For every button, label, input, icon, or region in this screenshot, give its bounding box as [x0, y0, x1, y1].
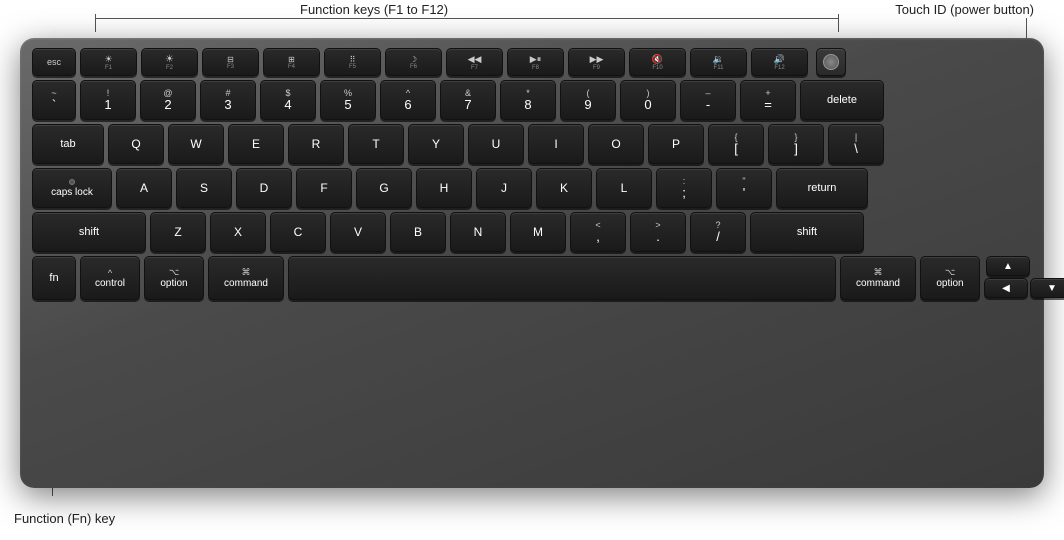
- key-e[interactable]: E: [228, 124, 284, 164]
- key-2[interactable]: @ 2: [140, 80, 196, 120]
- key-shift-left[interactable]: shift: [32, 212, 146, 252]
- key-o[interactable]: O: [588, 124, 644, 164]
- key-equals[interactable]: + =: [740, 80, 796, 120]
- key-d[interactable]: D: [236, 168, 292, 208]
- key-4[interactable]: $ 4: [260, 80, 316, 120]
- tab-row: tab Q W E R T Y U I O P { [ } ] | \: [32, 124, 1032, 164]
- fn-key-label: Function (Fn) key: [14, 511, 115, 526]
- key-g[interactable]: G: [356, 168, 412, 208]
- key-shift-right[interactable]: shift: [750, 212, 864, 252]
- key-u[interactable]: U: [468, 124, 524, 164]
- key-j[interactable]: J: [476, 168, 532, 208]
- key-f8[interactable]: ▶⏸ F8: [507, 48, 564, 76]
- key-tilde[interactable]: ~ `: [32, 80, 76, 120]
- key-semicolon[interactable]: : ;: [656, 168, 712, 208]
- shift-row: shift Z X C V B N M < , > . ? / shift: [32, 212, 1032, 252]
- key-l[interactable]: L: [596, 168, 652, 208]
- num-row: ~ ` ! 1 @ 2 # 3 $ 4 % 5 ^ 6 & 7: [32, 80, 1032, 120]
- key-backslash[interactable]: | \: [828, 124, 884, 164]
- key-i[interactable]: I: [528, 124, 584, 164]
- key-touchid[interactable]: [816, 48, 846, 76]
- key-bracket-close[interactable]: } ]: [768, 124, 824, 164]
- key-minus[interactable]: – -: [680, 80, 736, 120]
- key-arrow-up[interactable]: ▲: [986, 256, 1030, 276]
- key-f5[interactable]: ⠿ F5: [324, 48, 381, 76]
- key-delete[interactable]: delete: [800, 80, 884, 120]
- key-f9[interactable]: ▶▶ F9: [568, 48, 625, 76]
- key-f4[interactable]: ⊞ F4: [263, 48, 320, 76]
- key-slash[interactable]: ? /: [690, 212, 746, 252]
- key-option-left[interactable]: ⌥ option: [144, 256, 204, 300]
- key-f3[interactable]: ⊟ F3: [202, 48, 259, 76]
- caps-row: caps lock A S D F G H J K L : ; " ' retu…: [32, 168, 1032, 208]
- key-y[interactable]: Y: [408, 124, 464, 164]
- key-f12[interactable]: 🔊 F12: [751, 48, 808, 76]
- key-c[interactable]: C: [270, 212, 326, 252]
- key-option-right[interactable]: ⌥ option: [920, 256, 980, 300]
- arrow-cluster: ▲ ◀ ▼ ▶: [984, 256, 1032, 300]
- keyboard: esc ☀ F1 ☀ F2 ⊟ F3 ⊞ F4 ⠿ F5 ☽ F6: [20, 38, 1044, 488]
- touchid-dot: [823, 54, 839, 70]
- bracket-right-line: [838, 14, 839, 22]
- key-period[interactable]: > .: [630, 212, 686, 252]
- key-command-left[interactable]: ⌘ command: [208, 256, 284, 300]
- key-f11[interactable]: 🔉 F11: [690, 48, 747, 76]
- key-t[interactable]: T: [348, 124, 404, 164]
- key-s[interactable]: S: [176, 168, 232, 208]
- key-v[interactable]: V: [330, 212, 386, 252]
- key-6[interactable]: ^ 6: [380, 80, 436, 120]
- key-z[interactable]: Z: [150, 212, 206, 252]
- key-arrow-left[interactable]: ◀: [984, 278, 1028, 298]
- key-1[interactable]: ! 1: [80, 80, 136, 120]
- key-w[interactable]: W: [168, 124, 224, 164]
- key-capslock[interactable]: caps lock: [32, 168, 112, 208]
- key-k[interactable]: K: [536, 168, 592, 208]
- key-esc[interactable]: esc: [32, 48, 76, 76]
- key-f1[interactable]: ☀ F1: [80, 48, 137, 76]
- function-keys-label: Function keys (F1 to F12): [300, 2, 448, 17]
- bottom-row: fn ^ control ⌥ option ⌘ command ⌘ comman…: [32, 256, 1032, 300]
- key-arrow-down[interactable]: ▼: [1030, 278, 1064, 298]
- key-f2[interactable]: ☀ F2: [141, 48, 198, 76]
- fn-row: esc ☀ F1 ☀ F2 ⊟ F3 ⊞ F4 ⠿ F5 ☽ F6: [32, 48, 1032, 76]
- key-9[interactable]: ( 9: [560, 80, 616, 120]
- capslock-indicator: [69, 179, 75, 185]
- key-space[interactable]: [288, 256, 836, 300]
- bracket-left-line: [95, 14, 96, 22]
- key-3[interactable]: # 3: [200, 80, 256, 120]
- key-b[interactable]: B: [390, 212, 446, 252]
- key-h[interactable]: H: [416, 168, 472, 208]
- key-n[interactable]: N: [450, 212, 506, 252]
- key-8[interactable]: * 8: [500, 80, 556, 120]
- key-f7[interactable]: ◀◀ F7: [446, 48, 503, 76]
- key-m[interactable]: M: [510, 212, 566, 252]
- key-f6[interactable]: ☽ F6: [385, 48, 442, 76]
- key-p[interactable]: P: [648, 124, 704, 164]
- key-fn[interactable]: fn: [32, 256, 76, 300]
- key-control[interactable]: ^ control: [80, 256, 140, 300]
- key-5[interactable]: % 5: [320, 80, 376, 120]
- key-0[interactable]: ) 0: [620, 80, 676, 120]
- key-command-right[interactable]: ⌘ command: [840, 256, 916, 300]
- key-bracket-open[interactable]: { [: [708, 124, 764, 164]
- key-7[interactable]: & 7: [440, 80, 496, 120]
- key-tab[interactable]: tab: [32, 124, 104, 164]
- function-keys-bracket: [95, 18, 839, 32]
- key-q[interactable]: Q: [108, 124, 164, 164]
- key-return[interactable]: return: [776, 168, 868, 208]
- key-quote[interactable]: " ': [716, 168, 772, 208]
- key-f[interactable]: F: [296, 168, 352, 208]
- key-f10[interactable]: 🔇 F10: [629, 48, 686, 76]
- key-comma[interactable]: < ,: [570, 212, 626, 252]
- key-r[interactable]: R: [288, 124, 344, 164]
- touchid-label: Touch ID (power button): [895, 2, 1034, 17]
- key-x[interactable]: X: [210, 212, 266, 252]
- key-a[interactable]: A: [116, 168, 172, 208]
